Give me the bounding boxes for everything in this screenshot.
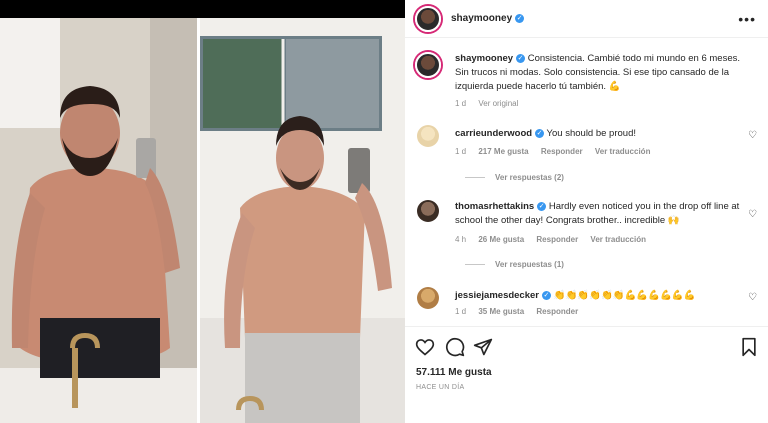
verified-badge-icon: ✓ [541,290,551,300]
reply-button[interactable]: Responder [536,235,578,244]
see-original-link[interactable]: Ver original [478,99,518,108]
comment-item: jessiejamesdecker ✓ 👏👏👏👏👏👏💪💪💪💪💪💪 1 d 35 M… [415,287,760,322]
caption-avatar[interactable] [415,52,441,78]
comment-time: 1 d [455,307,467,316]
caption-meta: 1 d Ver original [455,99,528,108]
comment-meta: 1 d 35 Me gusta Responder [455,307,588,316]
more-options-icon[interactable]: ••• [738,11,756,27]
view-replies-link[interactable]: Ver respuestas (1) [465,260,564,269]
caption-text: shaymooney ✓ Consistencia. Cambié todo mi… [455,52,745,94]
comment-time: 4 h [455,235,467,244]
comment-item: thomasrhettakins ✓ Hardly even noticed yo… [415,200,760,275]
author-username-text[interactable]: shaymooney [451,13,512,24]
instagram-post-view: shaymooney ✓ ••• shaymooney ✓ Consistencia… [0,0,768,423]
comment-body: 👏👏👏👏👏👏💪💪💪💪💪💪 [553,290,696,301]
commenter-avatar[interactable] [417,287,439,309]
comment-heart-icon[interactable]: ♡ [748,210,758,220]
comment-heart-icon[interactable]: ♡ [748,131,758,141]
view-replies-link[interactable]: Ver respuestas (2) [465,173,564,182]
post-panel: shaymooney ✓ ••• shaymooney ✓ Consistencia… [405,0,768,423]
author-avatar[interactable] [415,6,441,32]
caption-username[interactable]: shaymooney [455,53,513,64]
commenter-username[interactable]: thomasrhettakins [455,201,534,212]
comment-icon[interactable] [445,337,465,357]
author-username[interactable]: shaymooney ✓ [451,13,525,24]
translate-button[interactable]: Ver traducción [590,235,646,244]
verified-badge-icon: ✓ [535,128,545,138]
caption-time: 1 d [455,99,467,108]
translate-button[interactable]: Ver traducción [595,147,651,156]
photo-illustration [0,18,405,423]
commenter-username[interactable]: jessiejamesdecker [455,290,539,301]
comment-body: You should be proud! [546,128,636,139]
bookmark-icon[interactable] [739,337,759,357]
likes-count[interactable]: 57.111 Me gusta [416,367,492,378]
post-actions: 57.111 Me gusta HACE UN DÍA [405,326,768,423]
caption: shaymooney ✓ Consistencia. Cambié todo mi… [415,50,760,110]
comment-meta: 1 d 217 Me gusta Responder Ver traducció… [455,147,660,156]
post-timestamp: HACE UN DÍA [416,384,465,391]
comment-item: carrieunderwood ✓ You should be proud! 1 … [415,125,760,190]
comment-likes[interactable]: 217 Me gusta [478,147,528,156]
share-icon[interactable] [473,337,493,357]
commenter-avatar[interactable] [417,200,439,222]
comment-meta: 4 h 26 Me gusta Responder Ver traducción [455,235,656,244]
commenter-avatar[interactable] [417,125,439,147]
comment-likes[interactable]: 35 Me gusta [478,307,524,316]
verified-badge-icon: ✓ [537,201,547,211]
verified-badge-icon: ✓ [516,53,526,63]
commenter-username[interactable]: carrieunderwood [455,128,532,139]
verified-badge-icon: ✓ [515,13,525,23]
reply-button[interactable]: Responder [541,147,583,156]
before-after-photo[interactable] [0,18,405,423]
comment-time: 1 d [455,147,467,156]
comment-text: thomasrhettakins ✓ Hardly even noticed yo… [455,200,745,228]
post-media [0,0,405,423]
comment-text: jessiejamesdecker ✓ 👏👏👏👏👏👏💪💪💪💪💪💪 [455,289,745,303]
post-header: shaymooney ✓ ••• [405,0,768,38]
heart-icon[interactable] [415,337,435,357]
comment-heart-icon[interactable]: ♡ [748,293,758,303]
comment-likes[interactable]: 26 Me gusta [478,235,524,244]
reply-button[interactable]: Responder [536,307,578,316]
comment-text: carrieunderwood ✓ You should be proud! [455,127,745,141]
